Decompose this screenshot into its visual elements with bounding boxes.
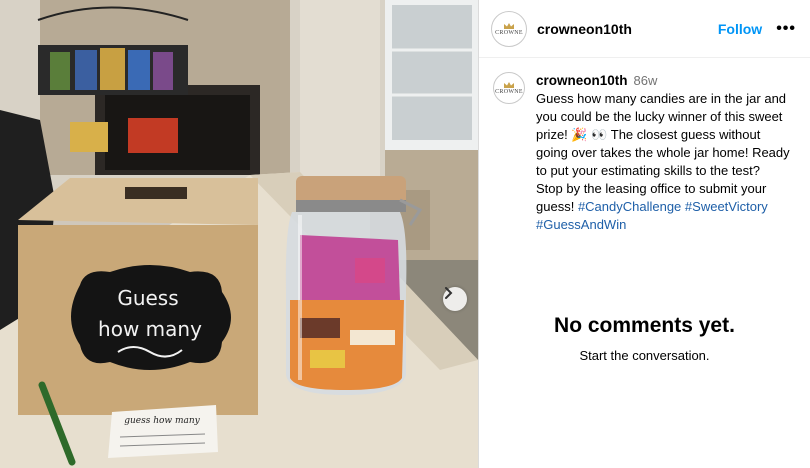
empty-comments: No comments yet. Start the conversation. — [479, 314, 810, 363]
caption-body: crowneon10th 86w Guess how many candies … — [536, 72, 790, 234]
post-caption: CROWNE crowneon10th 86w Guess how many c… — [479, 58, 810, 234]
account-username[interactable]: crowneon10th — [537, 21, 632, 37]
post-photo[interactable]: Guess how many guess how many — [0, 0, 478, 468]
caption-text: Guess how many candies are in the jar an… — [536, 91, 790, 214]
sign-line-2: how many — [98, 317, 202, 341]
sign-line-1: Guess — [117, 286, 178, 310]
empty-comments-subtitle: Start the conversation. — [579, 348, 710, 363]
crown-logo-icon — [504, 82, 514, 88]
post-header: CROWNE crowneon10th Follow ••• — [479, 0, 810, 58]
caption-avatar[interactable]: CROWNE — [493, 72, 525, 104]
hashtag-link[interactable]: #GuessAndWin — [536, 217, 626, 232]
avatar-brand-text: CROWNE — [495, 29, 523, 36]
hashtag-link[interactable]: #SweetVictory — [685, 199, 768, 214]
instagram-post: Guess how many guess how many CROWNE cro… — [0, 0, 810, 468]
next-image-button[interactable] — [443, 287, 467, 311]
chevron-right-icon — [445, 287, 453, 299]
follow-button[interactable]: Follow — [718, 21, 762, 37]
more-options-icon[interactable]: ••• — [776, 20, 796, 38]
post-photo-illustration: Guess how many guess how many — [0, 0, 478, 468]
avatar-brand-text: CROWNE — [495, 89, 523, 95]
crown-logo-icon — [504, 22, 514, 29]
caption-timestamp[interactable]: 86w — [634, 72, 658, 90]
post-side-panel: CROWNE crowneon10th Follow ••• CROWNE cr… — [478, 0, 810, 468]
hashtag-link[interactable]: #CandyChallenge — [578, 199, 681, 214]
card-title: guess how many — [124, 416, 200, 426]
account-avatar[interactable]: CROWNE — [491, 10, 527, 47]
empty-comments-title: No comments yet. — [554, 314, 735, 337]
caption-username[interactable]: crowneon10th — [536, 72, 628, 90]
